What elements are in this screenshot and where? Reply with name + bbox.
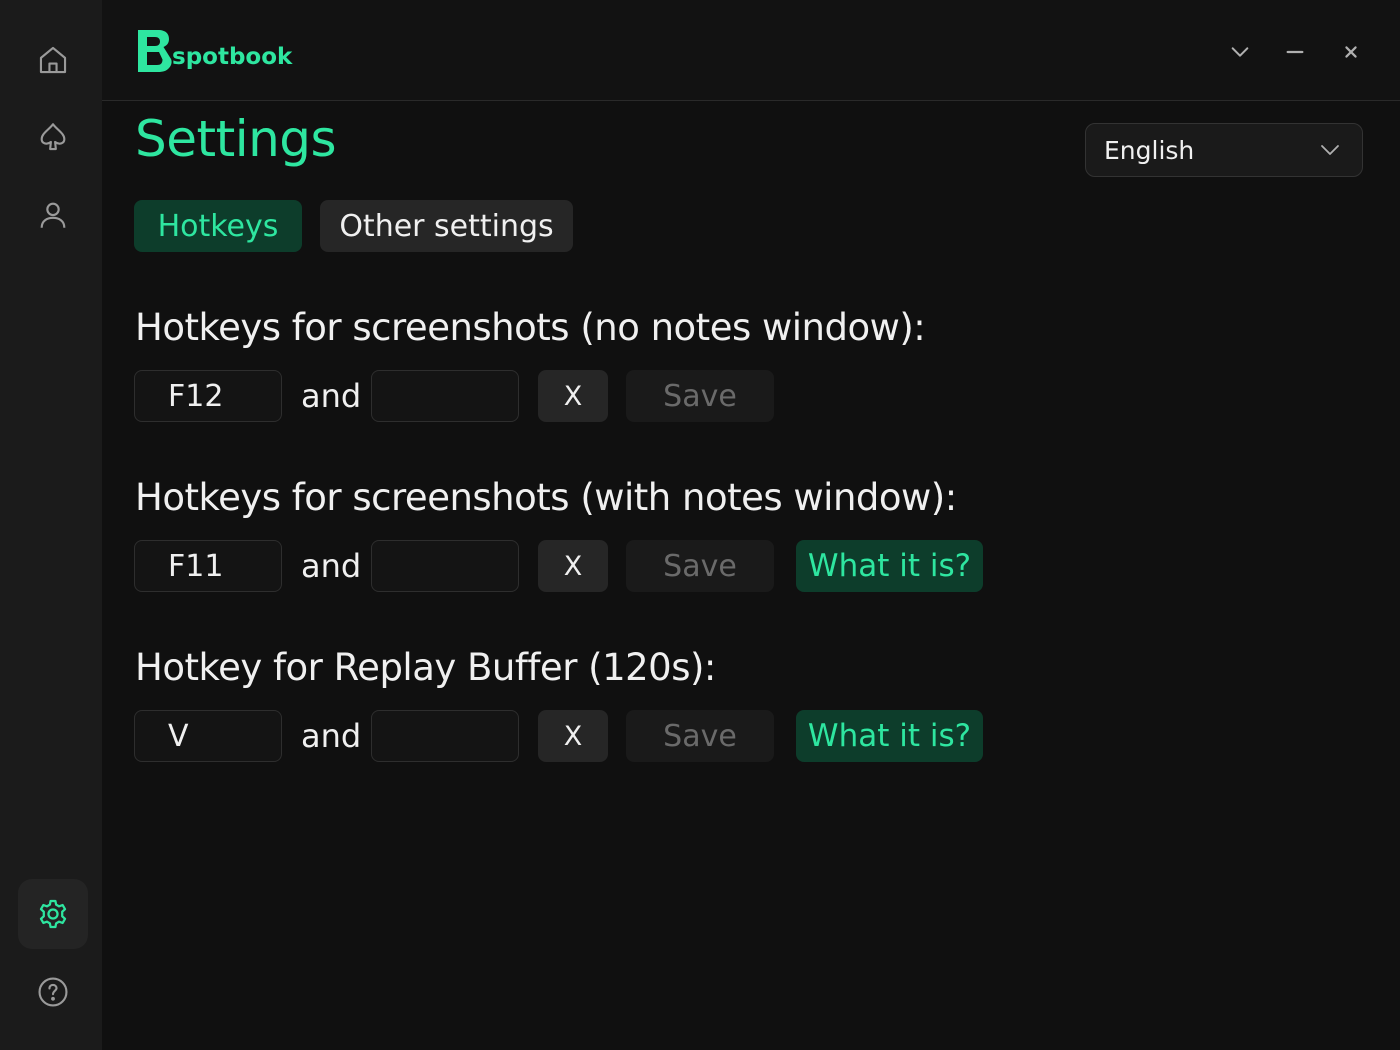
app-logo: spotbook	[136, 28, 292, 74]
language-select[interactable]: English	[1085, 123, 1363, 177]
what-it-is-button[interactable]: What it is?	[796, 540, 983, 592]
minimize-icon	[1286, 50, 1304, 54]
clear-hotkey-button[interactable]: X	[538, 710, 608, 762]
main-panel: spotbook Settings English Hotkeys Other …	[102, 0, 1400, 1050]
sidebar-item-help[interactable]	[18, 957, 88, 1027]
hotkey-group-title: Hotkeys for screenshots (no notes window…	[135, 306, 926, 349]
sidebar-item-spades[interactable]	[18, 102, 88, 172]
close-button[interactable]	[1335, 36, 1367, 68]
page-title: Settings	[135, 110, 337, 168]
hotkey-primary-input[interactable]: F12	[134, 370, 282, 422]
save-hotkey-button[interactable]: Save	[626, 710, 774, 762]
sidebar-item-home[interactable]	[18, 25, 88, 95]
clear-hotkey-button[interactable]: X	[538, 370, 608, 422]
spotbook-logo-icon	[138, 30, 172, 72]
collapse-button[interactable]	[1224, 36, 1256, 68]
sidebar	[0, 0, 102, 1050]
and-label: and	[301, 547, 362, 585]
hotkey-group-title: Hotkeys for screenshots (with notes wind…	[135, 476, 957, 519]
what-it-is-button[interactable]: What it is?	[796, 710, 983, 762]
spade-icon	[40, 123, 66, 151]
save-hotkey-button[interactable]: Save	[626, 370, 774, 422]
tab-hotkeys[interactable]: Hotkeys	[134, 200, 302, 252]
hotkey-secondary-input[interactable]	[371, 540, 519, 592]
hotkey-secondary-input[interactable]	[371, 370, 519, 422]
user-icon	[40, 202, 66, 228]
language-value: English	[1104, 135, 1195, 165]
chevron-down-icon	[1321, 145, 1339, 155]
tab-other-settings[interactable]: Other settings	[320, 200, 573, 252]
title-bar: spotbook	[102, 0, 1400, 101]
sidebar-item-profile[interactable]	[18, 180, 88, 250]
hotkey-primary-input[interactable]: F11	[134, 540, 282, 592]
home-icon	[39, 46, 67, 74]
minimize-button[interactable]	[1279, 36, 1311, 68]
close-icon	[1345, 46, 1357, 58]
and-label: and	[301, 717, 362, 755]
chevron-down-icon	[1231, 47, 1249, 57]
hotkey-secondary-input[interactable]	[371, 710, 519, 762]
sidebar-item-settings[interactable]	[18, 879, 88, 949]
gear-icon	[39, 899, 67, 929]
help-icon	[38, 977, 68, 1007]
clear-hotkey-button[interactable]: X	[538, 540, 608, 592]
and-label: and	[301, 377, 362, 415]
hotkey-group-title: Hotkey for Replay Buffer (120s):	[135, 646, 716, 689]
hotkey-primary-input[interactable]: V	[134, 710, 282, 762]
save-hotkey-button[interactable]: Save	[626, 540, 774, 592]
app-name: spotbook	[172, 44, 293, 70]
